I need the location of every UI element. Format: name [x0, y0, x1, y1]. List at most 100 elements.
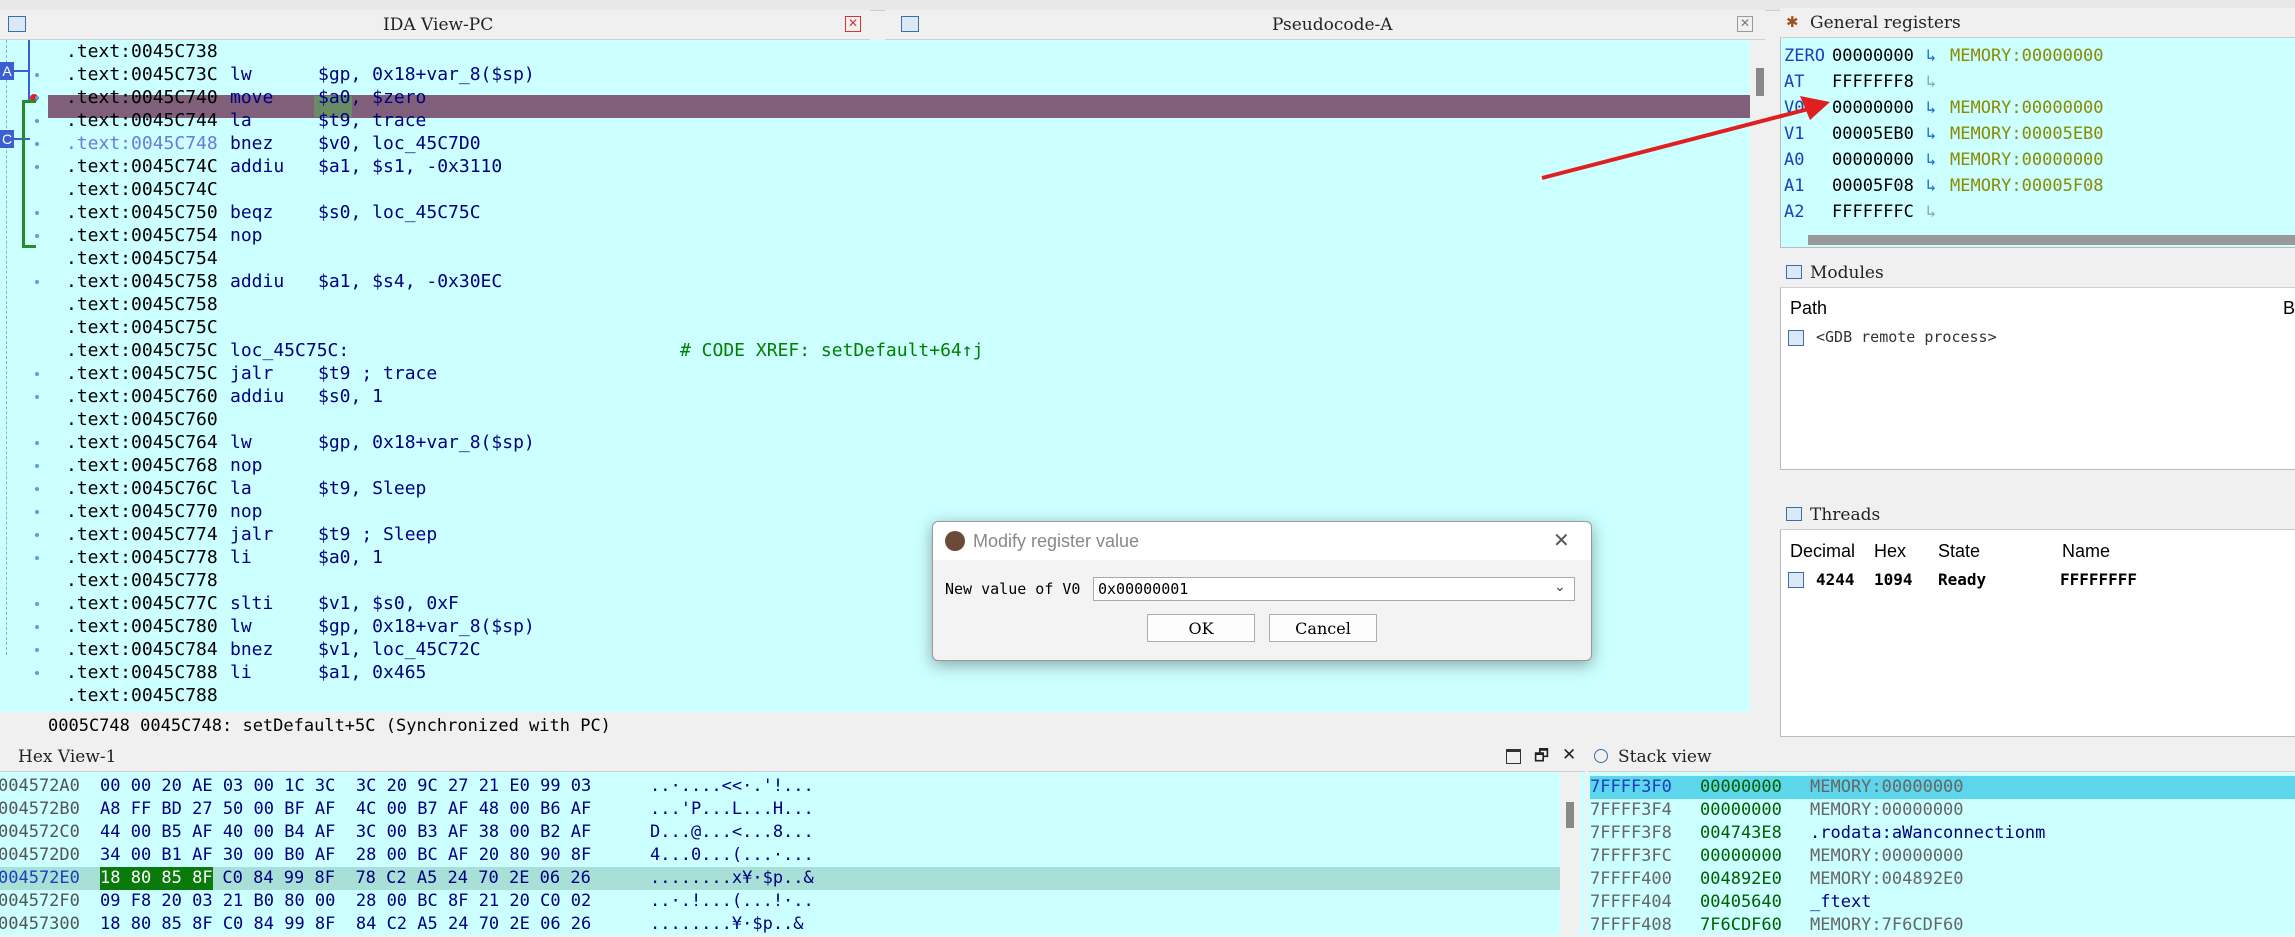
gutter-dot[interactable]: [35, 234, 39, 238]
code-line[interactable]: .text:0045C758: [66, 293, 218, 316]
hex-row[interactable]: 004572A0 00 00 20 AE 03 00 1C 3C 3C 20 9C…: [0, 775, 1560, 798]
register-value-combobox[interactable]: 0x00000001 ⌄: [1093, 577, 1575, 601]
modules-col-path[interactable]: Path: [1790, 298, 1827, 319]
stack-row[interactable]: 7FFFF400 004892E0 MEMORY:004892E0: [1590, 868, 2295, 891]
register-value-input[interactable]: 0x00000001: [1098, 580, 1188, 598]
stack-value[interactable]: 00405640: [1700, 891, 1782, 914]
code-line[interactable]: .text:0045C748 bnez $v0, loc_45C7D0: [66, 132, 481, 155]
modules-titlebar[interactable]: Modules: [1780, 258, 2295, 288]
code-line[interactable]: .text:0045C75C loc_45C75C: # CODE XREF: se…: [66, 339, 983, 362]
register-row[interactable]: ZERO 00000000 ↳ MEMORY:00000000: [1784, 43, 2284, 69]
hex-row[interactable]: 004572E0 18 80 85 8F C0 84 99 8F 78 C2 A5 …: [0, 867, 1560, 890]
code-line[interactable]: .text:0045C760: [66, 408, 218, 431]
register-target[interactable]: MEMORY:00005EB0: [1950, 121, 2104, 147]
gutter-dot[interactable]: [35, 441, 39, 445]
jump-arrow-icon[interactable]: ↳: [1926, 43, 1936, 69]
registers-hscroll[interactable]: [1808, 235, 2295, 245]
ok-button[interactable]: OK: [1147, 614, 1255, 642]
module-item[interactable]: <GDB remote process>: [1816, 328, 1997, 346]
stack-target[interactable]: MEMORY:00000000: [1810, 776, 1964, 799]
gutter-dot[interactable]: [35, 533, 39, 537]
code-line[interactable]: .text:0045C738: [66, 40, 218, 63]
threads-titlebar[interactable]: Threads: [1780, 500, 2295, 530]
chevron-down-icon[interactable]: ⌄: [1554, 578, 1566, 595]
modules-panel[interactable]: [1780, 258, 2295, 470]
gutter-dot[interactable]: [35, 602, 39, 606]
gutter-dot[interactable]: [35, 625, 39, 629]
register-value[interactable]: 00000000: [1832, 43, 1914, 69]
register-target[interactable]: MEMORY:00000000: [1950, 147, 2104, 173]
hex-row[interactable]: 004572D0 34 00 B1 AF 30 00 B0 AF 28 00 BC…: [0, 844, 1560, 867]
register-row[interactable]: V1 00005EB0 ↳ MEMORY:00005EB0: [1784, 121, 2284, 147]
stack-target[interactable]: MEMORY:00000000: [1810, 799, 1964, 822]
close-icon[interactable]: ✕: [845, 16, 861, 32]
code-line[interactable]: .text:0045C744 la $t9, trace: [66, 109, 426, 132]
scrollbar-thumb[interactable]: [1566, 802, 1574, 828]
gutter-dot[interactable]: [35, 142, 39, 146]
code-line[interactable]: .text:0045C774 jalr $t9 ; Sleep: [66, 523, 437, 546]
stack-value[interactable]: 00000000: [1700, 776, 1782, 799]
stack-value[interactable]: 00000000: [1700, 845, 1782, 868]
close-icon[interactable]: ✕: [1737, 16, 1753, 32]
code-line[interactable]: .text:0045C760 addiu $s0, 1: [66, 385, 383, 408]
gutter-dot[interactable]: [35, 464, 39, 468]
stack-target[interactable]: MEMORY:00000000: [1810, 845, 1964, 868]
threads-col-decimal[interactable]: Decimal: [1790, 541, 1855, 562]
ida-view-titlebar[interactable]: IDA View-PC ✕: [0, 10, 870, 40]
gutter-dot[interactable]: [35, 671, 39, 675]
stack-row[interactable]: 7FFFF3FC 00000000 MEMORY:00000000: [1590, 845, 2295, 868]
gutter-dot[interactable]: [35, 395, 39, 399]
register-target[interactable]: MEMORY:00005F08: [1950, 173, 2104, 199]
hex-row[interactable]: 00457300 18 80 85 8F C0 84 99 8F 84 C2 A5…: [0, 913, 1560, 936]
cancel-button[interactable]: Cancel: [1269, 614, 1377, 642]
stack-row[interactable]: 7FFFF408 7F6CDF60 MEMORY:7F6CDF60: [1590, 914, 2295, 937]
threads-col-state[interactable]: State: [1938, 541, 1980, 562]
register-target[interactable]: MEMORY:00000000: [1950, 95, 2104, 121]
modify-register-dialog[interactable]: Modify register value ✕ New value of V0 …: [932, 521, 1592, 661]
code-line[interactable]: .text:0045C770 nop: [66, 500, 263, 523]
stack-value[interactable]: 004743E8: [1700, 822, 1782, 845]
code-line[interactable]: .text:0045C76C la $t9, Sleep: [66, 477, 426, 500]
code-xref-comment[interactable]: # CODE XREF: setDefault+64↑j: [680, 339, 983, 362]
stack-value[interactable]: 00000000: [1700, 799, 1782, 822]
code-line[interactable]: .text:0045C780 lw $gp, 0x18+var_8($sp): [66, 615, 535, 638]
gutter-dot[interactable]: [35, 119, 39, 123]
thread-decimal[interactable]: 4244: [1816, 570, 1855, 589]
code-line[interactable]: .text:0045C788 li $a1, 0x465: [66, 661, 426, 684]
stack-row[interactable]: 7FFFF3F8 004743E8 .rodata:aWanconnectionm: [1590, 822, 2295, 845]
dialog-titlebar[interactable]: Modify register value ✕: [933, 522, 1591, 560]
jump-arrow-icon[interactable]: ↳: [1926, 69, 1936, 95]
code-line[interactable]: .text:0045C740 move $a0, $zero: [66, 86, 426, 109]
stack-view-titlebar[interactable]: Stack view: [1588, 742, 2295, 772]
code-line[interactable]: .text:0045C74C addiu $a1, $s1, -0x3110: [66, 155, 502, 178]
stack-target[interactable]: _ftext: [1810, 891, 1871, 914]
code-line[interactable]: .text:0045C778: [66, 569, 218, 592]
registers-titlebar[interactable]: ✱ General registers: [1780, 8, 2295, 38]
close-icon[interactable]: ✕: [1553, 528, 1570, 553]
hex-row[interactable]: 004572F0 09 F8 20 03 21 B0 80 00 28 00 BC…: [0, 890, 1560, 913]
hex-view-titlebar[interactable]: Hex View-1 🗗 ✕: [0, 742, 1585, 772]
modules-col-b[interactable]: B: [2283, 298, 2295, 319]
register-row[interactable]: AT FFFFFFF8 ↳: [1784, 69, 2284, 95]
code-line[interactable]: .text:0045C77C slti $v1, $s0, 0xF: [66, 592, 459, 615]
gutter-dot[interactable]: [35, 165, 39, 169]
hex-selected-bytes[interactable]: 18 80 85 8F: [100, 867, 213, 890]
gutter-dot[interactable]: [35, 556, 39, 560]
code-line[interactable]: .text:0045C784 bnez $v1, loc_45C72C: [66, 638, 481, 661]
code-line[interactable]: .text:0045C75C: [66, 316, 218, 339]
register-value[interactable]: FFFFFFFC: [1832, 199, 1914, 225]
gutter-dot[interactable]: [35, 510, 39, 514]
register-row[interactable]: A0 00000000 ↳ MEMORY:00000000: [1784, 147, 2284, 173]
jump-arrow-icon[interactable]: ↳: [1926, 199, 1936, 225]
stack-value[interactable]: 7F6CDF60: [1700, 914, 1782, 937]
register-target[interactable]: MEMORY:00000000: [1950, 43, 2104, 69]
gutter-dot[interactable]: [35, 96, 39, 100]
threads-panel[interactable]: [1780, 500, 2295, 737]
threads-col-name[interactable]: Name: [2062, 541, 2110, 562]
stack-row[interactable]: 7FFFF3F0 00000000 MEMORY:00000000: [1590, 776, 2295, 799]
close-icon[interactable]: ✕: [1562, 745, 1576, 765]
stack-target[interactable]: MEMORY:004892E0: [1810, 868, 1964, 891]
code-line[interactable]: .text:0045C788: [66, 684, 218, 707]
code-line[interactable]: .text:0045C754: [66, 247, 218, 270]
code-line[interactable]: .text:0045C75C jalr $t9 ; trace: [66, 362, 437, 385]
